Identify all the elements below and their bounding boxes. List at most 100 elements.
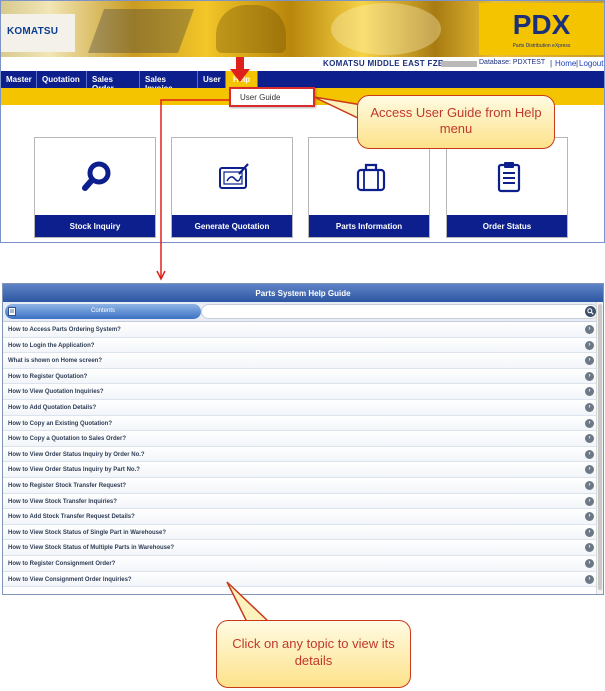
banner-machinery-shape (331, 3, 441, 55)
card-order-status[interactable]: Order Status (446, 137, 568, 238)
help-topic-label: What is shown on Home screen? (8, 358, 103, 365)
chevron-right-icon[interactable]: › (585, 418, 594, 428)
connector-arrow (156, 99, 230, 281)
red-arrow-icon (230, 57, 250, 82)
help-topic-label: How to Add Quotation Details? (8, 404, 97, 411)
help-topic-row[interactable]: How to View Stock Status of Multiple Par… (3, 540, 596, 556)
help-topic-label: How to Copy an Existing Quotation? (8, 420, 112, 427)
komatsu-logo: KOMATSU (1, 14, 75, 52)
chevron-right-icon[interactable]: › (585, 449, 594, 459)
callout-help-menu: Access User Guide from Help menu (357, 95, 555, 149)
contents-tab[interactable]: Contents (5, 304, 201, 319)
help-topic-label: How to Access Parts Ordering System? (8, 327, 121, 333)
menu-master[interactable]: Master (1, 71, 37, 88)
help-dropdown-user-guide[interactable]: User Guide (229, 87, 315, 107)
help-topic-label: How to Add Stock Transfer Request Detail… (8, 514, 135, 521)
briefcase-icon (356, 163, 386, 192)
help-topic-row[interactable]: How to View Order Status Inquiry by Orde… (3, 446, 596, 463)
help-topic-row[interactable]: How to Access Parts Ordering System? › (3, 322, 596, 338)
help-guide-title: Parts System Help Guide (3, 284, 603, 302)
card-stock-inquiry[interactable]: Stock Inquiry (34, 137, 156, 238)
help-toolbar: Contents (3, 302, 603, 322)
link-separator: | (550, 59, 553, 68)
card-label: Stock Inquiry (35, 215, 155, 237)
help-topic-row[interactable]: How to View Order Status Inquiry by Part… (3, 462, 596, 478)
chevron-right-icon[interactable]: › (585, 543, 594, 553)
chevron-right-icon[interactable]: › (585, 340, 594, 350)
help-topic-row[interactable]: How to Add Quotation Details? › (3, 399, 596, 416)
company-name: KOMATSU MIDDLE EAST FZE (323, 59, 444, 68)
help-topic-row[interactable]: How to View Stock Status of Single Part … (3, 524, 596, 541)
help-topic-row[interactable]: How to Register Stock Transfer Request? › (3, 477, 596, 494)
logout-link[interactable]: Logout (579, 59, 603, 68)
help-topic-label: How to Register Consignment Order? (8, 560, 116, 567)
card-label: Parts Information (309, 215, 429, 237)
chevron-right-icon[interactable]: › (585, 465, 594, 475)
help-topic-label: How to Register Stock Transfer Request? (8, 482, 127, 489)
help-topic-row[interactable]: How to View Consignment Order Inquiries?… (3, 571, 596, 588)
contents-tab-label: Contents (90, 308, 115, 314)
chevron-right-icon[interactable]: › (585, 496, 594, 506)
callout-pointer (226, 581, 271, 623)
help-topic-label: How to View Stock Transfer Inquiries? (8, 498, 117, 505)
help-topic-label: How to View Consignment Order Inquiries? (8, 576, 132, 583)
help-topic-row[interactable]: How to Register Consignment Order? › (3, 555, 596, 572)
help-topic-row[interactable]: How to Register Quotation? › (3, 368, 596, 385)
header-banner: KOMATSU PDX Parts Distribution eXpress (1, 1, 604, 57)
callout-topic-hint: Click on any topic to view its details (216, 620, 411, 688)
help-topic-label: How to View Stock Status of Multiple Par… (8, 545, 175, 552)
help-topic-list: How to Access Parts Ordering System? › How… (3, 322, 596, 588)
chevron-right-icon[interactable]: › (585, 512, 594, 522)
chevron-right-icon[interactable]: › (585, 402, 594, 412)
book-icon (8, 307, 16, 316)
help-topic-row[interactable]: How to View Quotation Inquiries? › (3, 384, 596, 400)
help-topic-label: How to View Order Status Inquiry by Part… (8, 467, 140, 474)
chevron-right-icon[interactable]: › (585, 527, 594, 537)
pdx-subtitle: Parts Distribution eXpress (512, 43, 571, 49)
help-topic-label: How to View Quotation Inquiries? (8, 389, 104, 396)
scrollbar-thumb[interactable] (598, 304, 602, 590)
help-topic-row[interactable]: What is shown on Home screen? › (3, 353, 596, 369)
chevron-right-icon[interactable]: › (585, 574, 594, 584)
magnifier-icon (82, 161, 111, 191)
link-separator: | (576, 59, 579, 68)
chevron-right-icon[interactable]: › (585, 558, 594, 568)
help-search-input[interactable] (201, 304, 599, 319)
search-icon[interactable] (585, 306, 596, 317)
pdx-brand-text: PDX (512, 9, 571, 40)
help-topic-row[interactable]: How to Copy a Quotation to Sales Order? › (3, 431, 596, 447)
home-link[interactable]: Home (555, 59, 576, 68)
help-topic-row[interactable]: How to Copy an Existing Quotation? › (3, 415, 596, 432)
info-bar: KOMATSU MIDDLE EAST FZE Database: PDXTES… (1, 57, 604, 71)
chevron-right-icon[interactable]: › (585, 356, 594, 366)
chevron-right-icon[interactable]: › (585, 434, 594, 444)
clipboard-icon (497, 162, 521, 193)
chevron-right-icon[interactable]: › (585, 387, 594, 397)
menu-sales-order[interactable]: Sales Order (87, 71, 140, 93)
pdx-logo: PDX Parts Distribution eXpress (479, 3, 604, 55)
database-label: Database: PDXTEST (479, 59, 546, 66)
help-topic-row[interactable]: How to Login the Application? › (3, 337, 596, 354)
main-menu: Master Quotation Sales Order Sales Invoi… (1, 71, 604, 93)
chevron-right-icon[interactable]: › (585, 480, 594, 490)
help-guide-window: Parts System Help Guide Contents How to … (2, 283, 604, 595)
help-topic-label: How to View Stock Status of Single Part … (8, 529, 167, 536)
chevron-right-icon[interactable]: › (585, 371, 594, 381)
card-label: Order Status (447, 215, 567, 237)
help-topic-label: How to View Order Status Inquiry by Orde… (8, 451, 145, 458)
menu-quotation[interactable]: Quotation (37, 71, 87, 88)
card-parts-information[interactable]: Parts Information (308, 137, 430, 238)
menu-user[interactable]: User (198, 71, 226, 88)
banner-machinery-shape (87, 9, 195, 53)
banner-machinery-shape (216, 5, 286, 53)
help-topic-label: How to Copy a Quotation to Sales Order? (8, 436, 127, 443)
vertical-scrollbar[interactable] (596, 302, 603, 594)
help-topic-row[interactable]: How to View Stock Transfer Inquiries? › (3, 493, 596, 510)
redacted-user (441, 61, 477, 67)
tutorial-screenshot: KOMATSU PDX Parts Distribution eXpress K… (0, 0, 605, 691)
help-topic-row[interactable]: How to Add Stock Transfer Request Detail… (3, 509, 596, 525)
help-topic-label: How to Login the Application? (8, 342, 95, 349)
chevron-right-icon[interactable]: › (585, 325, 594, 334)
help-topic-label: How to Register Quotation? (8, 373, 88, 380)
menu-sales-invoice[interactable]: Sales Invoice (140, 71, 198, 93)
